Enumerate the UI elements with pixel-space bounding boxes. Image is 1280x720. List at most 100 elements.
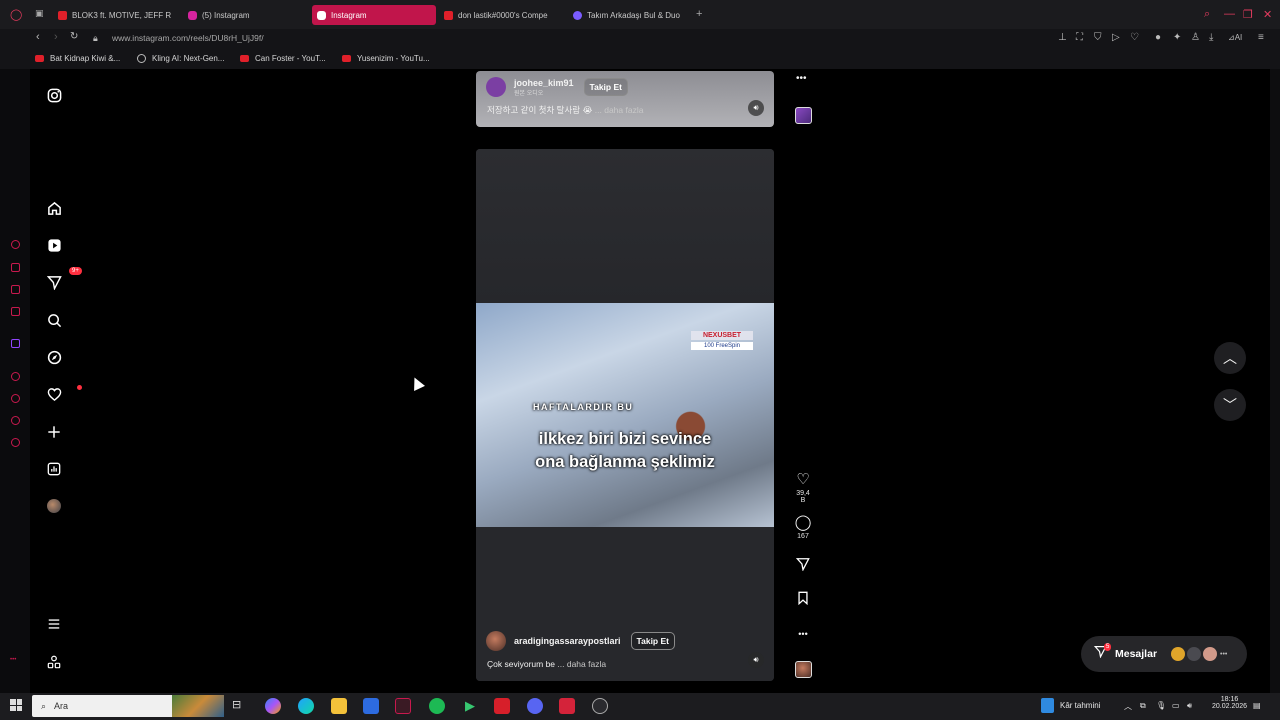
menu-icon[interactable]: ≡ xyxy=(1258,32,1264,43)
play-app-icon[interactable]: ▶ xyxy=(462,698,478,714)
home-icon[interactable] xyxy=(44,198,64,218)
save-action[interactable] xyxy=(793,591,813,609)
bookmark-item[interactable]: Can Foster - YouT... xyxy=(240,54,326,63)
snapshot-icon[interactable]: ⛶ xyxy=(1076,32,1083,43)
file-explorer-icon[interactable] xyxy=(331,698,347,714)
download-icon[interactable]: ⤓ xyxy=(1209,32,1213,43)
tab-don-lastik[interactable]: don lastik#0000's Compe xyxy=(444,5,562,25)
share-action[interactable] xyxy=(793,557,813,575)
sidebar-app-icon[interactable] xyxy=(11,416,20,425)
profile-avatar[interactable] xyxy=(44,496,64,516)
page-scrollbar[interactable] xyxy=(1270,69,1280,693)
more-link[interactable]: ... daha fazla xyxy=(595,105,644,115)
copilot-icon[interactable] xyxy=(265,698,281,714)
aria-icon[interactable]: ⊿AI xyxy=(1228,33,1242,42)
task-view-icon[interactable]: ⊟ xyxy=(232,698,248,714)
app-icon[interactable] xyxy=(592,698,608,714)
tab-list-icon[interactable]: ▣ xyxy=(35,8,44,19)
share-icon[interactable] xyxy=(793,557,813,575)
notifications-icon[interactable]: ▤ xyxy=(1253,701,1261,710)
speaker-icon[interactable]: 🔊︎ xyxy=(748,100,764,116)
notifications-icon[interactable] xyxy=(44,384,82,404)
valorant-icon[interactable] xyxy=(559,698,575,714)
windows-start-icon[interactable] xyxy=(10,699,22,711)
store-icon[interactable] xyxy=(363,698,379,714)
prev-more-options-icon[interactable]: ••• xyxy=(796,73,807,84)
tab-blok3[interactable]: BLOK3 ft. MOTIVE, JEFF R xyxy=(58,5,176,25)
more-options-icon[interactable]: ••• xyxy=(793,626,813,642)
instagram-logo-icon[interactable] xyxy=(44,85,64,105)
url-field[interactable]: www.instagram.com/reels/DU8rH_UjJ9f/ xyxy=(112,33,264,43)
scroll-up-button[interactable]: ︿ xyxy=(1214,342,1246,374)
audio-thumb[interactable] xyxy=(795,661,812,678)
sidebar-app-icon[interactable] xyxy=(11,240,20,249)
heart-icon[interactable]: ♡ xyxy=(1130,32,1139,43)
news-app-icon[interactable] xyxy=(494,698,510,714)
tab-instagram-5[interactable]: (5) Instagram xyxy=(188,5,308,25)
forward-icon[interactable]: › xyxy=(54,31,58,43)
search-tabs-icon[interactable]: ⌕ xyxy=(1204,8,1210,21)
edge-icon[interactable] xyxy=(298,698,314,714)
prev-reel-follow-button[interactable]: Takip Et xyxy=(583,78,628,96)
reels-icon[interactable] xyxy=(44,235,64,255)
avatar[interactable] xyxy=(486,77,506,97)
pin-icon[interactable]: ⊥ xyxy=(1058,32,1067,43)
also-from-meta-icon[interactable] xyxy=(44,652,64,672)
bookmark-item[interactable]: Kling AI: Next-Gen... xyxy=(137,54,224,63)
close-icon[interactable]: ✕ xyxy=(1263,8,1272,21)
avatar[interactable] xyxy=(486,631,506,651)
back-icon[interactable]: ‹ xyxy=(36,31,40,43)
dashboard-icon[interactable] xyxy=(44,459,64,479)
sidebar-app-icon[interactable] xyxy=(11,372,20,381)
sidebar-app-icon[interactable] xyxy=(11,307,20,316)
microphone-icon[interactable]: 🎙︎ xyxy=(1156,701,1166,710)
more-link[interactable]: ... daha fazla xyxy=(557,659,606,669)
current-reel[interactable]: NEXUSBET 100 FreeSpin HAFTALARDIR BU ilk… xyxy=(476,149,774,681)
reload-icon[interactable]: ↻ xyxy=(70,31,78,42)
comment-action[interactable]: ◯ 167 xyxy=(793,515,813,541)
more-icon[interactable]: ••• xyxy=(10,657,19,666)
previous-reel[interactable]: joohee_kim91 원본 오디오 Takip Et 저장하고 같이 첫차 … xyxy=(476,71,774,127)
maximize-icon[interactable]: ❐ xyxy=(1243,8,1253,21)
more-menu-icon[interactable] xyxy=(44,614,64,634)
taskbar-search[interactable]: ⌕ Ara xyxy=(32,695,224,717)
scroll-down-button[interactable]: ﹀ xyxy=(1214,389,1246,421)
opera-gx-icon[interactable] xyxy=(395,698,411,714)
explore-icon[interactable] xyxy=(44,347,64,367)
discord-icon[interactable] xyxy=(527,698,543,714)
sidebar-app-icon[interactable] xyxy=(11,263,20,272)
bookmark-item[interactable]: Yusenizim - YouTu... xyxy=(342,54,430,63)
minimize-icon[interactable]: — xyxy=(1224,8,1235,20)
tab-instagram-active[interactable]: Instagram xyxy=(312,5,436,25)
spotify-icon[interactable] xyxy=(429,698,445,714)
like-action[interactable]: ♡ 39,4 B xyxy=(793,472,813,505)
reel-username[interactable]: aradigingassaraypostlari xyxy=(514,636,621,646)
prev-reel-username[interactable]: joohee_kim91 xyxy=(514,78,574,88)
comment-icon[interactable]: ◯ xyxy=(793,515,813,531)
volume-icon[interactable]: 🔊︎ xyxy=(1187,701,1192,711)
bookmark-item[interactable]: Bat Kidnap Kiwi &... xyxy=(35,54,120,63)
weather-label[interactable]: Kâr tahmini xyxy=(1060,701,1100,710)
prev-audio-thumb[interactable] xyxy=(795,107,812,124)
bookmark-icon[interactable] xyxy=(793,591,813,609)
search-icon[interactable] xyxy=(44,310,64,330)
settings-icon[interactable] xyxy=(11,438,20,447)
reel-follow-button[interactable]: Takip Et xyxy=(630,632,675,650)
tray-chevron-icon[interactable]: ︿ xyxy=(1124,701,1132,712)
speaker-icon[interactable]: 🔊︎ xyxy=(748,652,764,668)
play-icon[interactable]: ▷ xyxy=(1112,32,1120,43)
more-options-action[interactable]: ••• xyxy=(793,626,813,642)
clock[interactable]: 18:16 20.02.2026 xyxy=(1212,696,1247,710)
new-tab-icon[interactable]: + xyxy=(696,8,702,20)
sidebar-app-icon[interactable] xyxy=(11,394,20,403)
tray-app-icon[interactable]: ⧉ xyxy=(1140,701,1146,711)
account-icon[interactable]: ♙ xyxy=(1191,32,1200,43)
tab-takim-arkadasi[interactable]: Takım Arkadaşı Bul & Duo xyxy=(573,5,685,25)
sidebar-app-icon[interactable] xyxy=(11,285,20,294)
weather-icon[interactable] xyxy=(1041,698,1054,713)
create-icon[interactable] xyxy=(44,422,64,442)
reel-video[interactable]: NEXUSBET 100 FreeSpin HAFTALARDIR BU ilk… xyxy=(476,303,774,527)
messages-icon[interactable]: 9+ xyxy=(44,267,82,292)
extension-icon[interactable]: ● xyxy=(1155,32,1161,43)
browser-logo-icon[interactable]: ◯ xyxy=(10,8,22,21)
